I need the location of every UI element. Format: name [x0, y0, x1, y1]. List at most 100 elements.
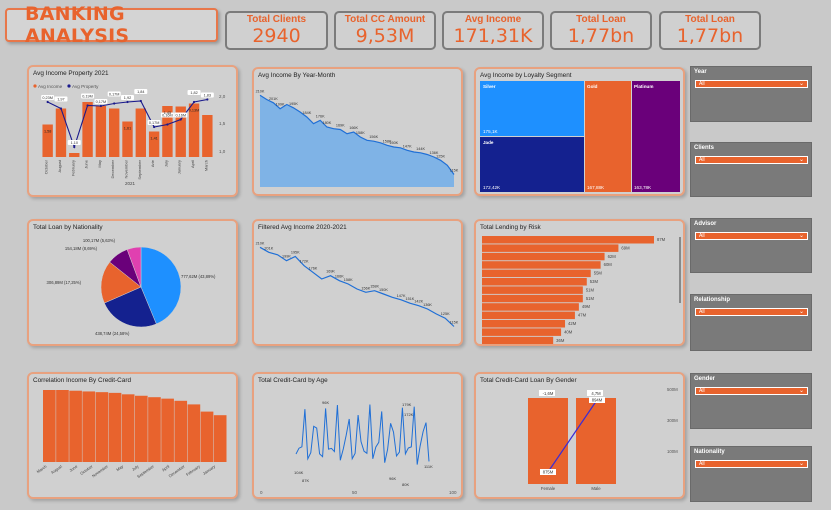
nationality-dropdown[interactable]: All ⌄ [695, 460, 808, 468]
data-label: 62M [608, 254, 617, 259]
slicer-advisor[interactable]: Advisor All ⌄ [690, 218, 812, 273]
risk-bar [482, 252, 605, 261]
data-label: 156K [369, 135, 378, 139]
data-label: 53M [590, 279, 599, 284]
data-label: 172K [404, 412, 414, 417]
data-label: 144K [416, 147, 425, 151]
x-tick-label: Female [541, 486, 556, 491]
relationship-dropdown[interactable]: All ⌄ [695, 308, 808, 316]
x-tick-label: March [203, 160, 208, 171]
data-label: 150K [379, 288, 388, 292]
data-label: 40M [564, 329, 573, 334]
point-avg-property [73, 145, 76, 149]
scrollbar-thumb[interactable] [679, 237, 681, 303]
bar-avg-income [69, 153, 80, 157]
slice-label: 777,62M (43,89%) [181, 274, 216, 279]
chart-loan-nationality-pie: 777,62M (43,89%) 438,74M (24,58%) 306,89M … [47, 238, 217, 336]
point-avg-property [179, 118, 182, 121]
kpi-label: Avg Income [464, 14, 522, 25]
point-avg-property [86, 104, 89, 107]
card-loyalty-segment[interactable]: Avg Income by Loyalty Segment Silver 175… [474, 67, 685, 196]
x-tick-label: April [190, 160, 195, 168]
segment-gold[interactable] [585, 81, 631, 192]
slicer-relationship[interactable]: Relationship All ⌄ [690, 294, 812, 351]
legend-avg-property: Avg Property [72, 84, 99, 89]
card-avg-income-property[interactable]: Avg Income Property 2021 Avg Income Avg … [27, 65, 238, 197]
gender-dropdown[interactable]: All ⌄ [695, 387, 808, 395]
y2-tick: 1,0 [219, 149, 226, 154]
dropdown-value: All [699, 461, 705, 467]
card-cc-gender[interactable]: Total Credit-Card Loan By Gender 500M 30… [474, 372, 685, 499]
data-label: 87M [657, 237, 666, 242]
x-tick-label: February [185, 464, 201, 477]
year-dropdown[interactable]: All ⌄ [695, 80, 808, 88]
data-label: 147K [403, 144, 412, 148]
slicer-label: Nationality [694, 449, 725, 455]
y2-tick: 100M [667, 449, 678, 454]
card-loan-nationality[interactable]: Total Loan by Nationality 777,62M (43,89… [27, 219, 238, 346]
card-credit-age[interactable]: Total Credit-Card by Age 0 50 100 104K 87… [252, 372, 463, 499]
data-label: 1,92 [124, 96, 131, 100]
chart-loyalty-treemap: Silver 175,1K Jade 172,42K Gold 167,88K … [480, 81, 680, 192]
kpi-total-loan[interactable]: Total Loan 1,77bn [550, 11, 652, 50]
card-avg-income-year-month[interactable]: Avg Income By Year-Month 210K 201K 199K 195… [252, 67, 463, 196]
segment-value: 163,78K [634, 185, 652, 190]
card-lending-risk[interactable]: Total Lending by Risk 87M 69M 62M 60M 55M 53M… [474, 219, 685, 346]
data-label: 115K [450, 169, 459, 173]
correlation-bar [43, 390, 56, 462]
kpi-total-cc-amount[interactable]: Total CC Amount 9,53M [334, 11, 436, 50]
dropdown-value: All [699, 309, 705, 315]
data-label: 875M [543, 470, 554, 475]
kpi-avg-income[interactable]: Avg Income 171,31K [442, 11, 544, 50]
bar-avg-income [95, 106, 107, 157]
x-tick-label: June [84, 159, 89, 168]
data-label: 1,61 [124, 127, 131, 131]
point-avg-property [99, 104, 102, 108]
chart-correlation: March August June OctoberNovember May JulySep… [36, 390, 227, 479]
bar-avg-income [55, 108, 67, 157]
data-label: 176K [308, 266, 317, 270]
slice-label: 438,74M (24,58%) [95, 331, 130, 336]
x-tick-label: May [97, 160, 102, 168]
data-label: 51M [586, 287, 595, 292]
correlation-bar [95, 392, 109, 462]
kpi-value: 171,31K [453, 25, 533, 47]
x-tick-label: September [137, 159, 142, 179]
slicer-label: Gender [694, 376, 716, 382]
slicer-clients[interactable]: Clients All ⌄ [690, 142, 812, 197]
slicer-gender[interactable]: Gender All ⌄ [690, 373, 812, 429]
data-label: 47M [578, 313, 587, 318]
chevron-down-icon: ⌄ [798, 81, 804, 87]
slicer-label: Advisor [694, 221, 717, 227]
data-label: 1,58 [44, 130, 51, 134]
segment-jade[interactable] [480, 137, 584, 192]
correlation-bar [200, 411, 214, 462]
point-avg-property [139, 99, 142, 103]
data-label: 210K [256, 89, 265, 93]
card-filtered-avg-income[interactable]: Filtered Avg Income 2020-2021 210K 201K 19… [252, 219, 463, 346]
correlation-bar [135, 395, 148, 462]
segment-silver[interactable] [480, 81, 584, 136]
slicer-year[interactable]: Year All ⌄ [690, 66, 812, 122]
risk-bar [482, 336, 554, 344]
data-label: 179K [402, 402, 412, 407]
kpi-total-clients[interactable]: Total Clients 2940 [225, 11, 328, 50]
clients-dropdown[interactable]: All ⌄ [695, 156, 808, 164]
bar-avg-income [109, 108, 120, 157]
card-correlation[interactable]: Correlation Income By Credit-Card March A… [27, 372, 238, 499]
point-avg-property [192, 100, 196, 104]
segment-platinum[interactable] [632, 81, 680, 192]
data-label: 1,84 [137, 90, 144, 94]
data-label: 0,19M [82, 95, 93, 99]
correlation-bar [213, 415, 227, 462]
slicer-nationality[interactable]: Nationality All ⌄ [690, 446, 812, 502]
x-tick-label: December [168, 463, 187, 478]
advisor-dropdown[interactable]: All ⌄ [695, 232, 808, 240]
dropdown-value: All [699, 81, 705, 87]
correlation-bar [121, 394, 135, 462]
data-label: 199K [282, 255, 291, 259]
x-tick-label: December [110, 159, 115, 178]
kpi-total-loan-2[interactable]: Total Loan 1,77bn [659, 11, 761, 50]
kpi-label: Total CC Amount [344, 14, 426, 25]
chart-avg-income-year-month: 210K 201K 199K 195K 184K 176K 180K 169K 166K158K… [256, 89, 459, 187]
